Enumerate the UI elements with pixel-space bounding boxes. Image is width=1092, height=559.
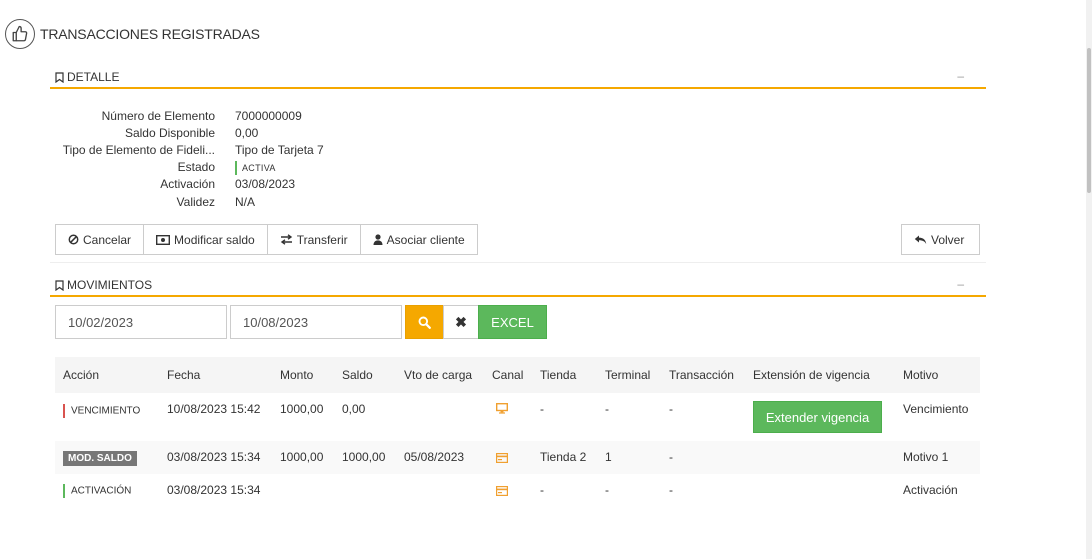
bookmark-icon [55, 279, 64, 291]
saldo-cell: 1000,00 [342, 450, 386, 464]
column-header: Canal [492, 368, 524, 382]
accion-label: ACTIVACIÓN [71, 485, 132, 497]
card-icon [496, 485, 509, 499]
column-header: Acción [63, 368, 100, 382]
card-icon [496, 452, 509, 466]
accion-cell: MOD. SALDO [63, 450, 137, 466]
detalle-title: DETALLE [67, 70, 120, 84]
movimientos-title: MOVIMIENTOS [67, 278, 153, 292]
page-title: TRANSACCIONES REGISTRADAS [40, 26, 260, 42]
divider [50, 262, 986, 263]
asociar-cliente-button[interactable]: Asociar cliente [360, 224, 478, 255]
fecha-cell: 03/08/2023 15:34 [167, 450, 261, 464]
column-header: Transacción [669, 368, 734, 382]
movimientos-section-header: MOVIMIENTOS – [50, 275, 986, 297]
tienda-cell: - [540, 402, 544, 416]
detail-label: Validez [176, 195, 215, 209]
column-header: Terminal [605, 368, 651, 382]
status-indicator [235, 160, 237, 175]
detail-label: Estado [177, 160, 215, 174]
saldo-cell: 0,00 [342, 402, 366, 416]
detalle-section-header: DETALLE – [50, 67, 986, 89]
table-row: MOD. SALDO 03/08/2023 15:34 1000,00 1000… [55, 441, 980, 474]
transaccion-cell: - [669, 450, 673, 464]
page-header: TRANSACCIONES REGISTRADAS [5, 19, 260, 49]
accion-indicator [63, 403, 65, 418]
monitor-icon [495, 402, 509, 417]
collapse-movimientos-button[interactable]: – [957, 277, 964, 291]
reply-icon [914, 235, 927, 244]
cancelar-button[interactable]: Cancelar [55, 224, 145, 255]
detail-label: Tipo de Elemento de Fideli... [62, 143, 215, 157]
detail-value: 03/08/2023 [235, 177, 296, 191]
volver-button[interactable]: Volver [901, 224, 980, 255]
transferir-label: Transferir [296, 232, 348, 247]
close-icon: ✖ [455, 313, 467, 330]
action-button-group: Cancelar Modificar saldo Transferir Asoc… [55, 224, 478, 255]
monto-cell: 1000,00 [280, 450, 324, 464]
motivo-cell: Activación [903, 483, 958, 497]
extension-cell: Extender vigencia [753, 401, 882, 433]
user-icon [373, 234, 383, 245]
terminal-cell: 1 [605, 450, 612, 464]
asociar-cliente-label: Asociar cliente [386, 232, 465, 247]
column-header: Saldo [342, 368, 373, 382]
table-row: ACTIVACIÓN 03/08/2023 15:34 - - - Activa… [55, 474, 980, 507]
vto-cell: 05/08/2023 [404, 450, 465, 464]
volver-label: Volver [931, 232, 965, 247]
transaccion-cell: - [669, 483, 673, 497]
detail-value: Tipo de Tarjeta 7 [235, 143, 324, 157]
bookmark-icon [55, 71, 64, 83]
status-value: ACTIVA [235, 160, 276, 175]
accion-label: VENCIMIENTO [71, 405, 141, 417]
date-to-input[interactable] [230, 305, 402, 339]
status-badge: ACTIVA [242, 162, 276, 173]
column-header: Motivo [903, 368, 939, 382]
fecha-cell: 10/08/2023 15:42 [167, 402, 261, 416]
detail-value: 7000000009 [235, 109, 302, 123]
ban-icon [68, 234, 79, 245]
motivo-cell: Motivo 1 [903, 450, 949, 464]
date-from-input[interactable] [55, 305, 227, 339]
terminal-cell: - [605, 483, 609, 497]
accion-cell: ACTIVACIÓN [63, 483, 131, 498]
monto-cell: 1000,00 [280, 402, 324, 416]
scrollbar-thumb[interactable] [1087, 48, 1091, 193]
detail-value: 0,00 [235, 126, 259, 140]
accion-cell: VENCIMIENTO [63, 403, 140, 418]
accion-badge: MOD. SALDO [63, 451, 137, 466]
column-header: Extensión de vigencia [753, 368, 870, 382]
table-header-row: Acción Fecha Monto Saldo Vto de carga Ca… [55, 357, 980, 393]
fecha-cell: 03/08/2023 15:34 [167, 483, 261, 497]
tienda-cell: - [540, 483, 544, 497]
transaccion-cell: - [669, 402, 673, 416]
search-icon [418, 316, 431, 329]
search-button[interactable] [405, 305, 444, 339]
clear-filter-button[interactable]: ✖ [443, 305, 479, 339]
detail-label: Saldo Disponible [124, 126, 215, 140]
extender-vigencia-button[interactable]: Extender vigencia [753, 401, 882, 433]
modificar-saldo-button[interactable]: Modificar saldo [144, 224, 268, 255]
excel-export-button[interactable]: EXCEL [478, 305, 547, 339]
terminal-cell: - [605, 402, 609, 416]
transferir-button[interactable]: Transferir [267, 224, 361, 255]
detail-value: N/A [235, 195, 256, 209]
column-header: Fecha [167, 368, 201, 382]
column-header: Vto de carga [404, 368, 473, 382]
money-icon [156, 234, 171, 245]
column-header: Monto [280, 368, 314, 382]
thumbs-up-icon [5, 19, 35, 49]
cancelar-label: Cancelar [83, 232, 132, 247]
column-header: Tienda [540, 368, 577, 382]
exchange-icon [280, 234, 292, 245]
accion-indicator [63, 483, 65, 498]
table-row: VENCIMIENTO 10/08/2023 15:42 1000,00 0,0… [55, 393, 980, 441]
motivo-cell: Vencimiento [903, 402, 969, 416]
collapse-detalle-button[interactable]: – [957, 69, 964, 83]
detail-label: Número de Elemento [101, 109, 215, 123]
tienda-cell: Tienda 2 [540, 450, 587, 464]
modificar-saldo-label: Modificar saldo [174, 232, 255, 247]
detail-label: Activación [160, 177, 215, 191]
